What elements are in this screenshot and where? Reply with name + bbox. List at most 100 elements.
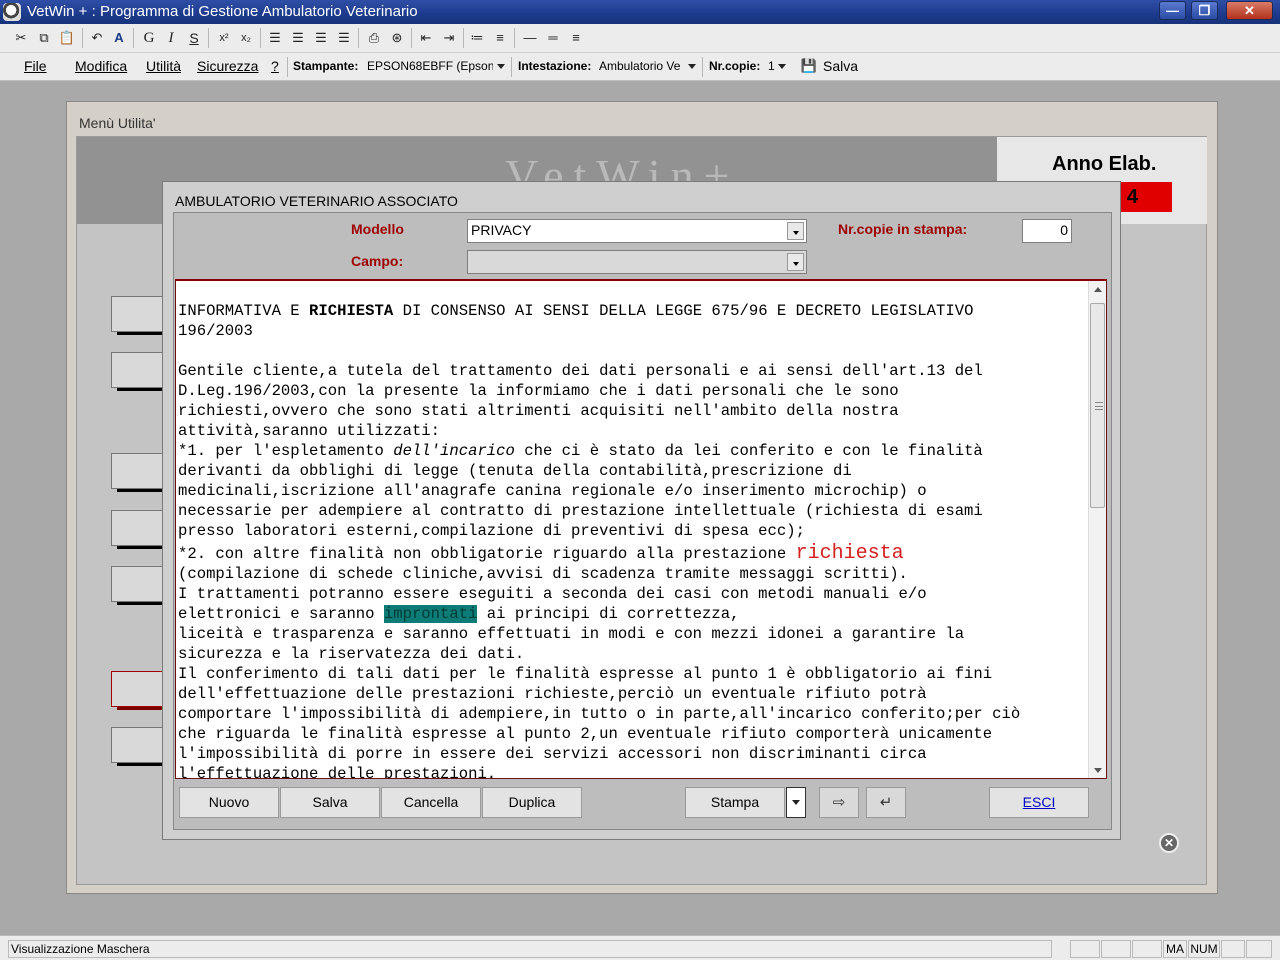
intestazione-label: Intestazione: [518,59,592,73]
chevron-down-icon[interactable] [787,253,804,271]
chevron-down-icon[interactable] [497,64,505,69]
toolbar-separator [133,28,134,48]
bold-button[interactable]: G [138,28,160,48]
menubar-separator [511,57,512,77]
bullet-list-icon[interactable]: ≡ [489,28,511,48]
status-bar: Visualizzazione Maschera MA NUM [0,935,1280,960]
title-bar: VetWin + : Programma di Gestione Ambulat… [0,0,1280,24]
document-text: INFORMATIVA E RICHIESTA DI CONSENSO AI S… [178,302,1021,779]
stampante-select[interactable]: EPSON68EBFF (Epson [367,59,493,73]
toolbar-separator [260,28,261,48]
menu-sicurezza[interactable]: Sicurezza [197,58,258,74]
nrcopie-stampa-input[interactable]: 0 [1022,219,1072,243]
cancella-button[interactable]: Cancella [381,787,481,818]
campo-label: Campo: [351,253,404,269]
menu-bar: File Modifica Utilità Sicurezza ? Stampa… [0,53,1280,81]
window-title: VetWin + : Programma di Gestione Ambulat… [27,3,418,20]
subscript-icon[interactable]: x₂ [235,28,257,48]
menubar-separator [287,57,288,77]
app-dog-icon[interactable] [3,3,21,21]
grip-icon [1095,402,1103,410]
privacy-dialog: AMBULATORIO VETERINARIO ASSOCIATO Modell… [162,181,1121,840]
status-indicator [1221,940,1245,958]
toolbar-separator [463,28,464,48]
preview-icon[interactable]: ⊛ [386,28,408,48]
forward-arrow-icon[interactable]: ⇨ [819,787,859,818]
return-arrow-icon[interactable]: ↵ [866,787,906,818]
toolbar-separator [514,28,515,48]
scroll-up-icon[interactable] [1094,287,1102,292]
status-num: NUM [1188,940,1220,958]
justify-icon[interactable]: ☰ [333,28,355,48]
toolbar-separator [208,28,209,48]
toolbar-separator [82,28,83,48]
undo-icon[interactable]: ↶ [86,28,108,48]
maximize-button[interactable]: ❐ [1191,1,1218,20]
menu-help[interactable]: ? [271,58,279,74]
formatting-toolbar: ✂ ⧉ 📋 ↶ A G I S x² x₂ ☰ ☰ ☰ ☰ ⎙ ⊛ ⇤ ⇥ ≔ … [0,24,1280,53]
salva-button[interactable]: Salva [280,787,380,818]
vertical-scrollbar[interactable] [1088,281,1106,778]
stampa-dropdown[interactable] [786,787,806,818]
nrcopie-label: Nr.copie: [709,59,761,73]
toolbar-separator [411,28,412,48]
minimize-button[interactable]: — [1159,1,1186,20]
italic-button[interactable]: I [160,28,182,48]
highlighted-word: improntati [383,605,478,623]
scroll-thumb[interactable] [1090,303,1105,508]
status-indicator [1101,940,1131,958]
numbered-list-icon[interactable]: ≔ [466,28,488,48]
dialog-body: Modello PRIVACY Campo: Nr.copie in stamp… [173,212,1112,830]
toolbar-separator [358,28,359,48]
campo-select[interactable] [467,250,807,274]
chevron-down-icon [792,800,800,805]
salva-menu-button[interactable]: Salva [823,58,858,74]
status-indicator [1070,940,1100,958]
align-left-icon[interactable]: ☰ [264,28,286,48]
status-text: Visualizzazione Maschera [8,940,1052,958]
anno-elab-label: Anno Elab. [1052,153,1157,175]
status-indicator [1132,940,1162,958]
print-icon[interactable]: ⎙ [363,28,385,48]
nrcopie-select[interactable]: 1 [768,59,778,73]
nuovo-button[interactable]: Nuovo [179,787,279,818]
menu-file[interactable]: File [24,58,47,74]
paste-icon[interactable]: 📋 [56,28,78,48]
save-icon[interactable]: 💾 [798,56,820,76]
indent-icon[interactable]: ⇥ [438,28,460,48]
align-right-icon[interactable]: ☰ [310,28,332,48]
close-window-button[interactable]: ✕ [1226,1,1273,20]
menu-modifica[interactable]: Modifica [75,58,127,74]
document-editor[interactable]: INFORMATIVA E RICHIESTA DI CONSENSO AI S… [175,279,1107,779]
underline-button[interactable]: S [183,28,205,48]
close-icon[interactable]: ✕ [1159,833,1179,853]
line-double-icon[interactable]: ═ [542,28,564,48]
esci-button[interactable]: ESCI [989,787,1089,818]
dialog-title: AMBULATORIO VETERINARIO ASSOCIATO [175,193,458,209]
stampa-button[interactable]: Stampa [685,787,785,818]
font-color-icon[interactable]: A [108,28,130,48]
status-indicator [1246,940,1272,958]
stampante-label: Stampante: [293,59,359,73]
modello-label: Modello [351,221,404,237]
scroll-down-icon[interactable] [1094,768,1102,773]
chevron-down-icon[interactable] [778,64,786,69]
superscript-icon[interactable]: x² [213,28,235,48]
outdent-icon[interactable]: ⇤ [415,28,437,48]
chevron-down-icon[interactable] [787,222,804,240]
menu-window-title: Menù Utilita' [79,115,156,131]
duplica-button[interactable]: Duplica [482,787,582,818]
cut-icon[interactable]: ✂ [10,28,32,48]
chevron-down-icon[interactable] [688,64,696,69]
intestazione-select[interactable]: Ambulatorio Ve [599,59,685,73]
modello-value: PRIVACY [471,222,532,238]
menubar-separator [702,57,703,77]
line-single-icon[interactable]: — [519,28,541,48]
menu-utilita[interactable]: Utilità [146,58,181,74]
status-ma: MA [1163,940,1187,958]
align-center-icon[interactable]: ☰ [287,28,309,48]
copy-icon[interactable]: ⧉ [33,28,55,48]
nrcopie-stampa-label: Nr.copie in stampa: [838,221,968,237]
line-triple-icon[interactable]: ≡ [565,28,587,48]
modello-select[interactable]: PRIVACY [467,219,807,243]
